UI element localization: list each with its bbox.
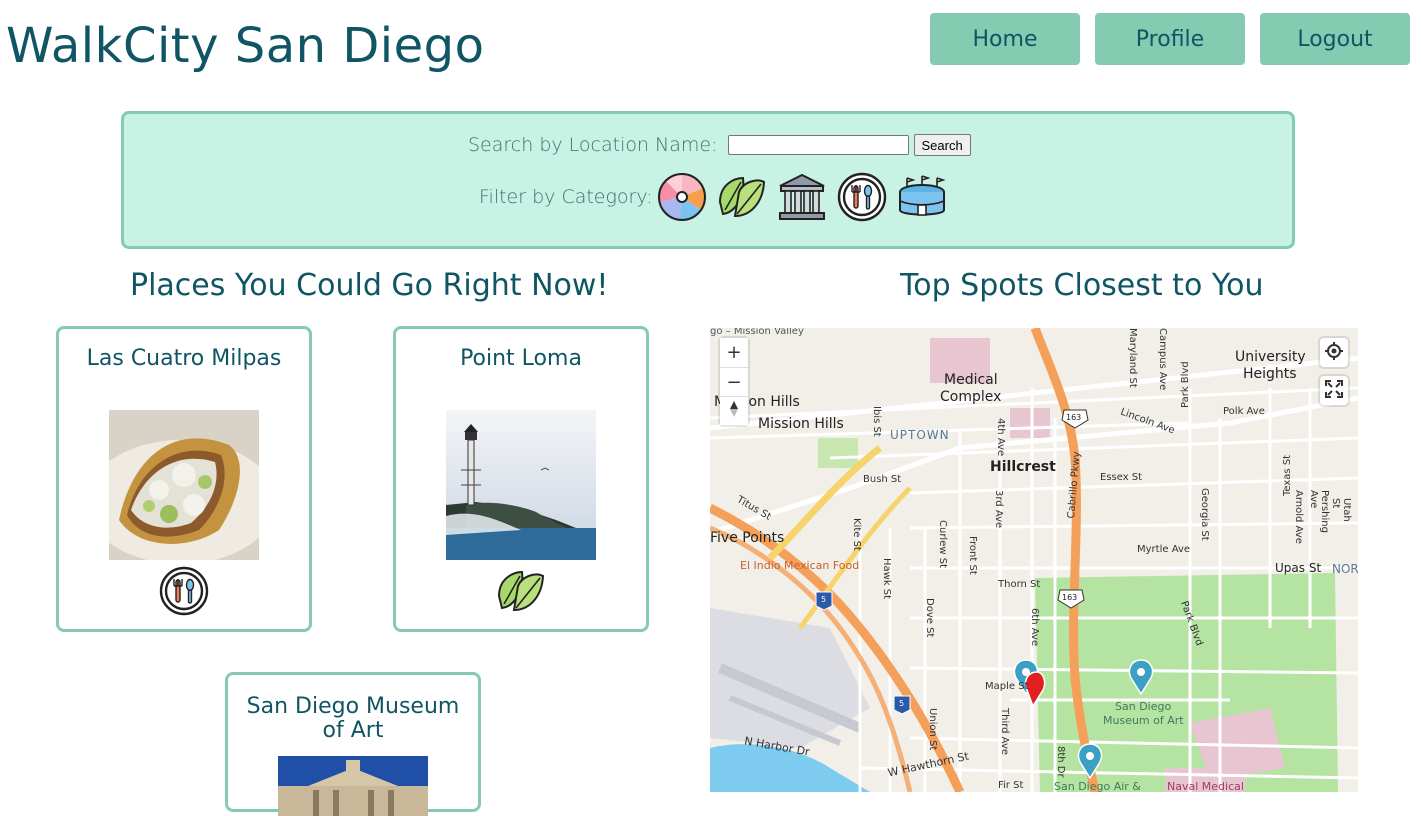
search-input[interactable] [727, 135, 909, 155]
map-label: San Diego Air & [1054, 780, 1141, 792]
places-heading: Places You Could Go Right Now! [130, 268, 609, 303]
card-title: Point Loma [460, 346, 582, 371]
map-label: University [1235, 349, 1306, 365]
zoom-in-button[interactable]: + [720, 338, 748, 367]
filter-row: Filter by Category: [479, 172, 947, 222]
leaves-icon [497, 570, 545, 612]
map-label: Utah St [1330, 498, 1352, 522]
profile-button[interactable]: Profile [1095, 13, 1245, 65]
zoom-controls: + − [720, 338, 748, 425]
restaurant-icon [159, 566, 209, 616]
top-nav: Home Profile Logout [930, 13, 1410, 65]
taco-photo [109, 410, 259, 560]
map-label: Campus Ave [1157, 328, 1168, 391]
locate-button[interactable] [1320, 338, 1348, 367]
compass-button[interactable] [720, 396, 748, 425]
map-label: Naval Medical [1167, 780, 1244, 792]
map-label: Heights [1243, 366, 1297, 382]
place-card[interactable]: San Diego Museum of Art [225, 672, 481, 816]
compass-icon [730, 400, 738, 417]
card-title: Las Cuatro Milpas [86, 346, 282, 371]
leaves-icon[interactable] [717, 172, 767, 222]
site-title: WalkCity San Diego [6, 18, 485, 74]
museum-photo [278, 756, 428, 816]
map-label: San Diego [1115, 700, 1172, 713]
map-label: 4th Ave [995, 418, 1006, 457]
map-label: Hawk St [881, 558, 892, 600]
map-label: 3rd Ave [993, 490, 1004, 529]
card-title: San Diego Museum of Art [246, 694, 460, 743]
map-label: Pershing Ave [1308, 490, 1330, 533]
beach-ball-icon[interactable] [657, 172, 707, 222]
map-label: Myrtle Ave [1137, 544, 1191, 555]
search-panel: Search by Location Name: Search Filter b… [121, 111, 1295, 249]
place-card[interactable]: Las Cuatro Milpas [56, 326, 312, 632]
fullscreen-button[interactable] [1320, 376, 1348, 405]
search-label: Search by Location Name: [468, 134, 718, 156]
map-label: Third Ave [999, 708, 1010, 756]
museum-icon[interactable] [777, 172, 827, 222]
map-label: Georgia St [1199, 488, 1210, 541]
map-label: Ibis St [871, 406, 882, 437]
map-label: Kite St [851, 518, 862, 551]
lighthouse-photo [446, 410, 596, 560]
map-label: Dove St [924, 598, 935, 638]
map-label: Maple St [985, 681, 1029, 692]
map-label: Union St [927, 708, 938, 751]
locate-icon [1325, 342, 1343, 360]
map-label: UPTOWN [890, 428, 950, 442]
map-label: Texas St [1282, 454, 1293, 496]
map-label: 5 [821, 595, 827, 604]
map-label: Polk Ave [1223, 406, 1265, 417]
stadium-icon[interactable] [897, 172, 947, 222]
filter-icons [657, 172, 947, 222]
map-label: go – Mission Valley [710, 328, 804, 337]
map-label: Five Points [710, 530, 785, 546]
map-label: Hillcrest [990, 459, 1056, 475]
search-row: Search by Location Name: Search [468, 134, 971, 156]
restaurant-icon[interactable] [837, 172, 887, 222]
map-label: Arnold Ave [1293, 490, 1304, 544]
map-label: Medical [944, 372, 998, 388]
map-label: NOR [1332, 562, 1358, 576]
top-spots-heading: Top Spots Closest to You [900, 268, 1264, 303]
map-label: Front St [967, 536, 978, 575]
map-label: Fir St [998, 780, 1024, 791]
map-label: 8th Dr [1055, 746, 1066, 778]
map-label: 5 [899, 699, 905, 708]
filter-label: Filter by Category: [479, 186, 653, 208]
map-label: Museum of Art [1103, 714, 1184, 727]
map-label: Essex St [1100, 472, 1143, 483]
map-label: 6th Ave [1029, 608, 1040, 647]
zoom-out-button[interactable]: − [720, 367, 748, 396]
map-label: Complex [940, 389, 1002, 405]
search-button[interactable]: Search [913, 134, 971, 156]
fullscreen-icon [1325, 380, 1343, 398]
map-label: Curlew St [937, 520, 948, 568]
place-card[interactable]: Point Loma [393, 326, 649, 632]
map-label: Maryland St [1127, 328, 1138, 388]
map-view[interactable]: go – Mission Valley Medical Complex Univ… [710, 328, 1358, 792]
map-label: 163 [1062, 593, 1078, 602]
map-label: Mission Hills [758, 416, 844, 432]
home-button[interactable]: Home [930, 13, 1080, 65]
logout-button[interactable]: Logout [1260, 13, 1410, 65]
map-label: Park Blvd [1180, 361, 1191, 408]
map-label: 163 [1066, 413, 1082, 422]
map-label: El Indio Mexican Food [740, 559, 860, 572]
map-label: Bush St [863, 474, 902, 485]
map-label: Thorn St [998, 579, 1041, 590]
map-label: Upas St [1275, 561, 1322, 575]
